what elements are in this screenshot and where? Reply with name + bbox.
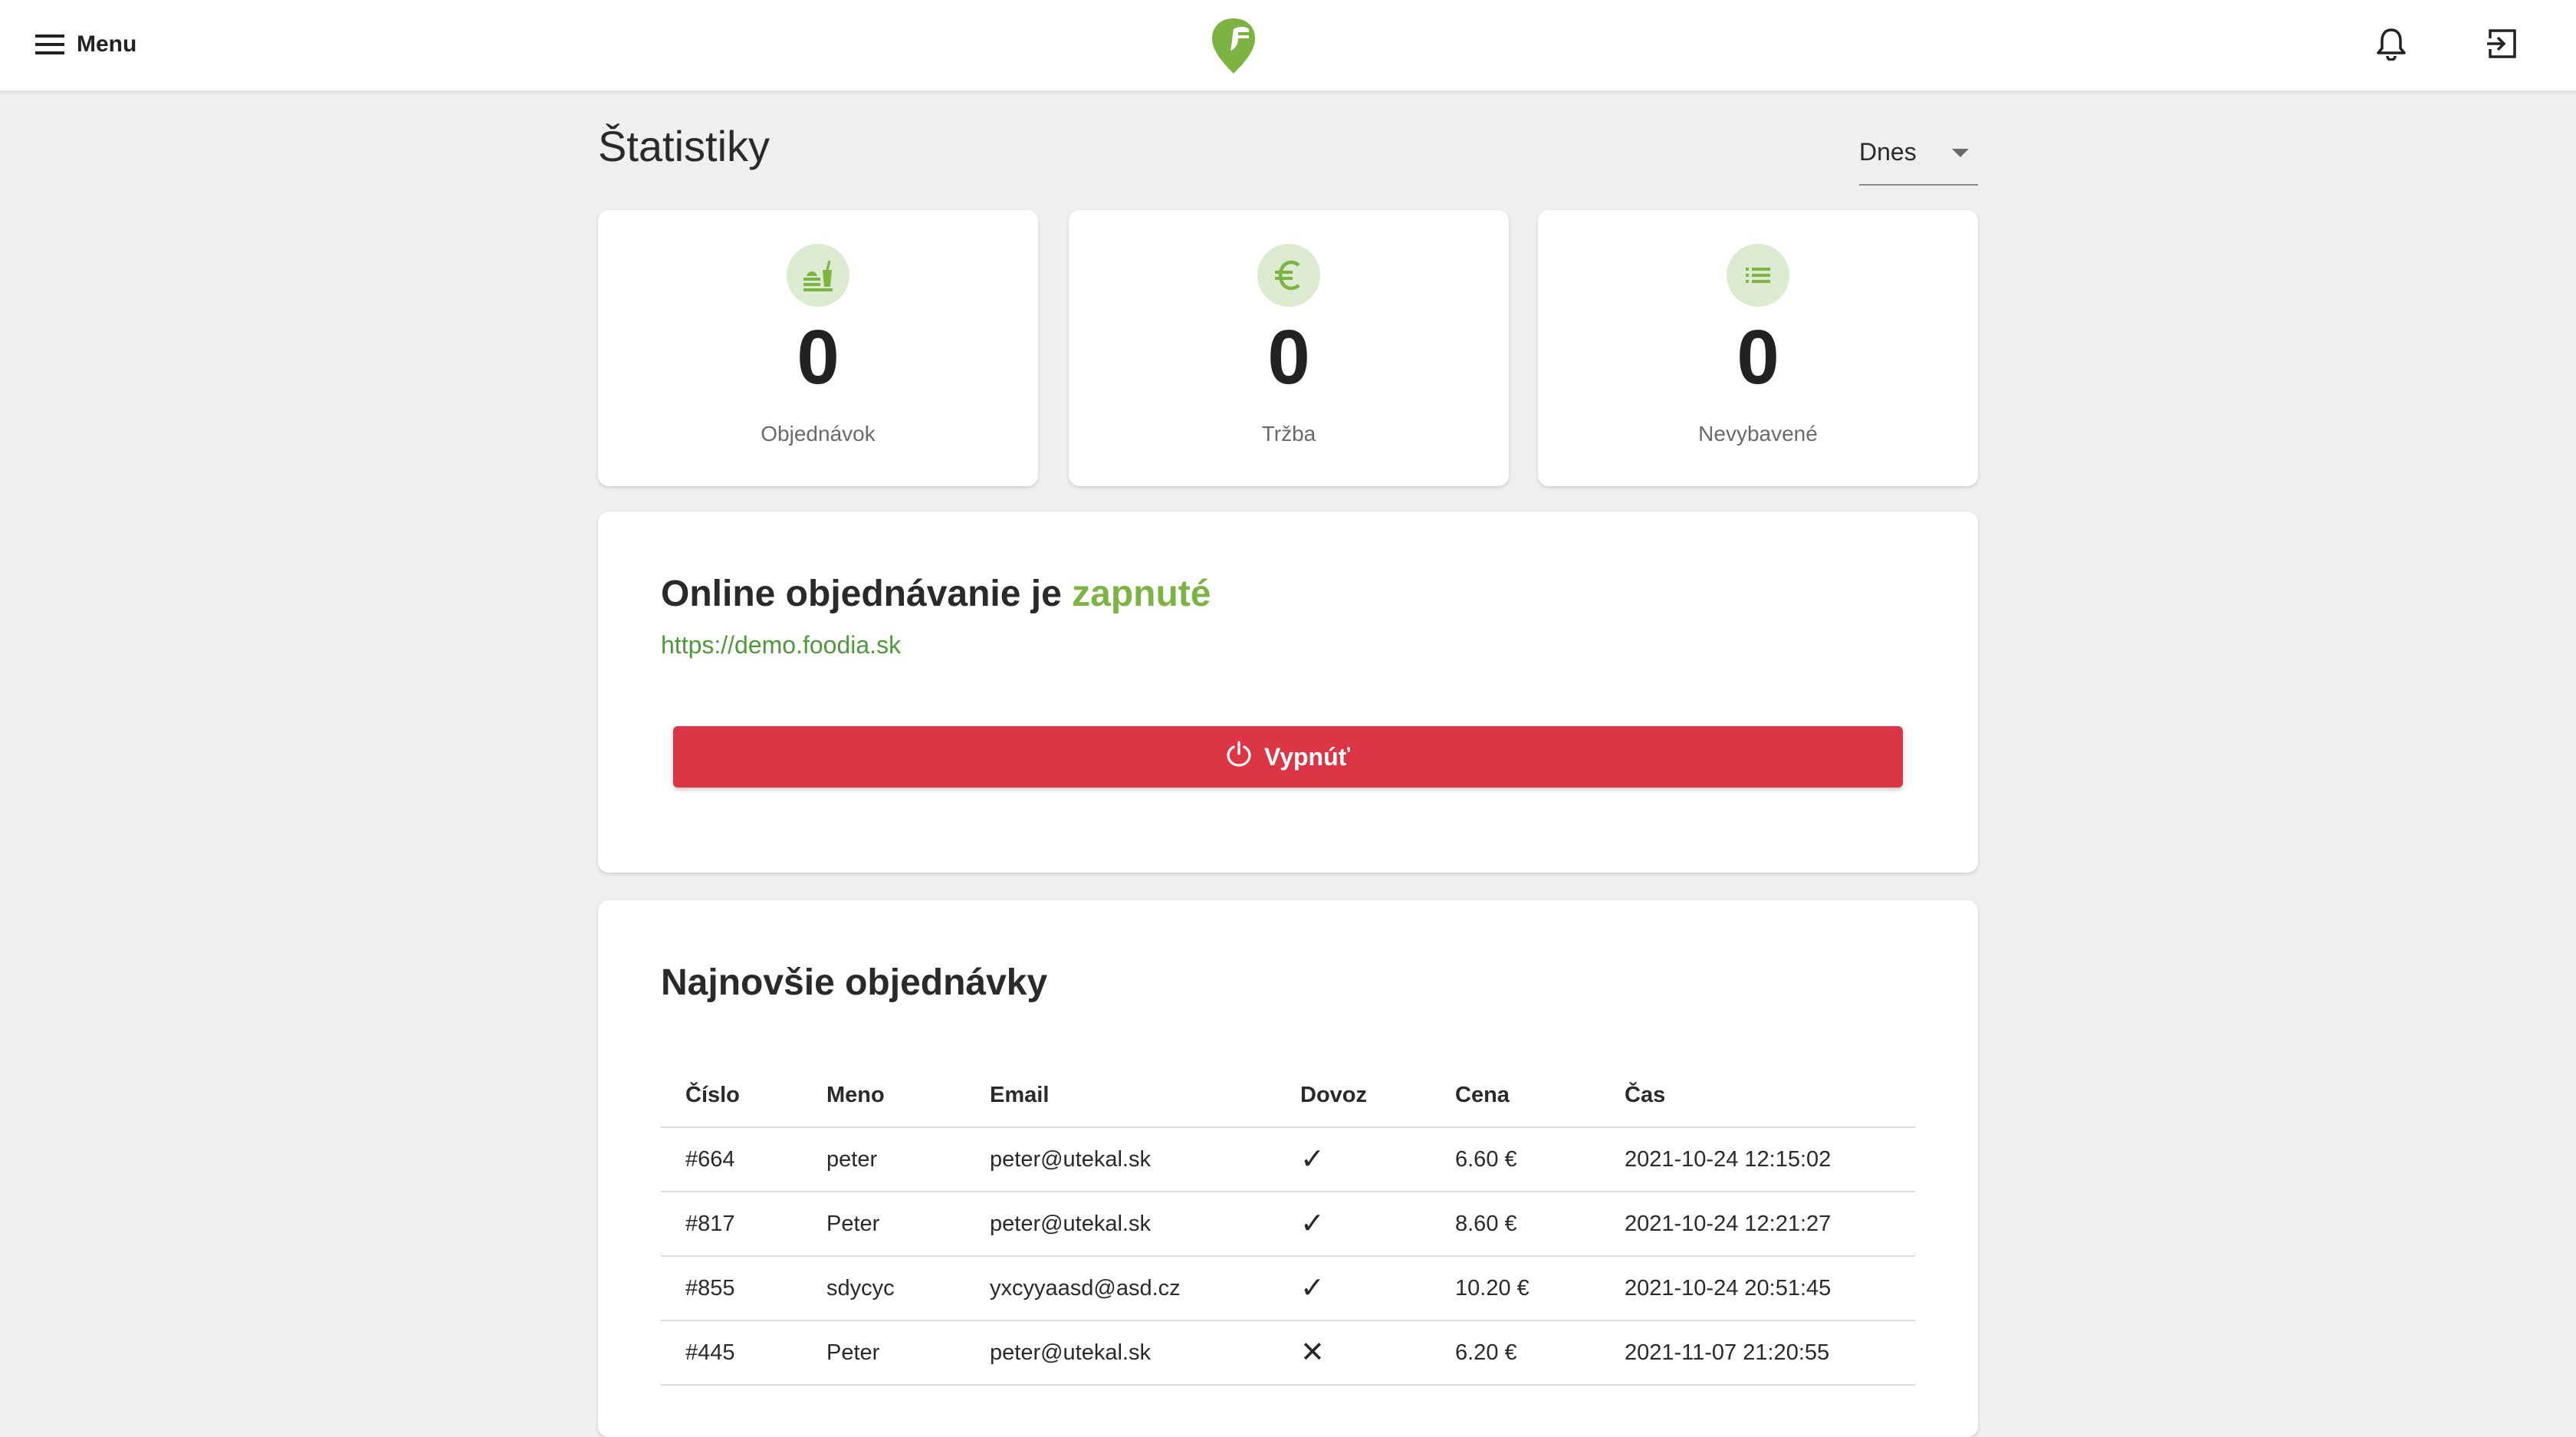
orders-table-header: Číslo Meno Email Dovoz Cena Čas xyxy=(661,1064,1915,1128)
page-title: Štatistiky xyxy=(598,122,770,170)
stat-card-orders: 0 Objednávok xyxy=(598,210,1038,486)
table-row[interactable]: #445 Peter peter@utekal.sk ✕ 6.20 € 2021… xyxy=(661,1320,1915,1386)
table-row[interactable]: #855 sdycyc yxcyyaasd@asd.cz ✓ 10.20 € 2… xyxy=(661,1256,1915,1321)
online-ordering-card: Online objednávanie je zapnuté https://d… xyxy=(598,511,1978,873)
latest-orders-card: Najnovšie objednávky Číslo Meno Email Do… xyxy=(598,900,1978,1437)
disable-ordering-label: Vypnúť xyxy=(1264,742,1350,771)
column-header-email[interactable]: Email xyxy=(965,1064,1276,1128)
column-header-number[interactable]: Číslo xyxy=(661,1064,802,1128)
order-name: Peter xyxy=(802,1320,965,1386)
logout-icon xyxy=(2486,28,2518,64)
euro-icon xyxy=(1257,244,1320,307)
menu-label: Menu xyxy=(77,31,137,57)
order-price: 6.60 € xyxy=(1431,1127,1600,1192)
order-number: #664 xyxy=(661,1127,802,1192)
check-icon: ✓ xyxy=(1300,1143,1325,1176)
table-row[interactable]: #817 Peter peter@utekal.sk ✓ 8.60 € 2021… xyxy=(661,1192,1915,1257)
logout-button[interactable] xyxy=(2481,25,2522,66)
power-icon xyxy=(1226,741,1264,773)
stat-label-orders: Objednávok xyxy=(761,422,876,446)
order-price: 6.20 € xyxy=(1431,1320,1600,1386)
leaf-fork-logo[interactable] xyxy=(1209,15,1258,75)
stat-value-pending: 0 xyxy=(1737,314,1779,400)
column-header-time[interactable]: Čas xyxy=(1600,1064,1915,1128)
hamburger-icon xyxy=(35,33,64,56)
order-email: yxcyyaasd@asd.cz xyxy=(965,1256,1276,1321)
stat-value-orders: 0 xyxy=(797,314,840,400)
column-header-price[interactable]: Cena xyxy=(1431,1064,1600,1128)
order-name: Peter xyxy=(802,1192,965,1257)
check-icon: ✓ xyxy=(1300,1207,1325,1240)
column-header-name[interactable]: Meno xyxy=(802,1064,965,1128)
food-icon xyxy=(787,244,849,307)
orders-table: Číslo Meno Email Dovoz Cena Čas #664 pet… xyxy=(661,1064,1915,1386)
list-icon xyxy=(1727,244,1789,307)
order-number: #817 xyxy=(661,1192,802,1257)
disable-ordering-button[interactable]: Vypnúť xyxy=(673,726,1903,788)
shop-url-link[interactable]: https://demo.foodia.sk xyxy=(661,631,901,659)
stat-card-pending: 0 Nevybavené xyxy=(1538,210,1978,486)
order-time: 2021-10-24 12:15:02 xyxy=(1600,1127,1915,1192)
order-time: 2021-10-24 20:51:45 xyxy=(1600,1256,1915,1321)
order-email: peter@utekal.sk xyxy=(965,1192,1276,1257)
close-icon: ✕ xyxy=(1300,1336,1325,1369)
stat-card-revenue: 0 Tržba xyxy=(1069,210,1509,486)
chevron-down-icon xyxy=(1952,149,1969,157)
order-name: peter xyxy=(802,1127,965,1192)
order-email: peter@utekal.sk xyxy=(965,1127,1276,1192)
table-row[interactable]: #664 peter peter@utekal.sk ✓ 6.60 € 2021… xyxy=(661,1127,1915,1192)
stat-value-revenue: 0 xyxy=(1267,314,1310,400)
column-header-delivery[interactable]: Dovoz xyxy=(1276,1064,1431,1128)
online-ordering-status: zapnuté xyxy=(1072,574,1211,614)
menu-button[interactable]: Menu xyxy=(35,23,136,66)
stat-label-pending: Nevybavené xyxy=(1698,422,1818,446)
stat-label-revenue: Tržba xyxy=(1261,422,1316,446)
order-price: 8.60 € xyxy=(1431,1192,1600,1257)
order-number: #855 xyxy=(661,1256,802,1321)
order-email: peter@utekal.sk xyxy=(965,1320,1276,1386)
order-price: 10.20 € xyxy=(1431,1256,1600,1321)
bell-icon xyxy=(2376,27,2407,64)
latest-orders-heading: Najnovšie objednávky xyxy=(661,962,1048,1003)
period-select[interactable]: Dnes xyxy=(1859,132,1978,186)
period-select-value: Dnes xyxy=(1859,138,1917,166)
order-name: sdycyc xyxy=(802,1256,965,1321)
order-time: 2021-11-07 21:20:55 xyxy=(1600,1320,1915,1386)
online-ordering-heading: Online objednávanie je zapnuté xyxy=(661,573,1211,615)
online-ordering-heading-text: Online objednávanie je xyxy=(661,574,1062,614)
notifications-button[interactable] xyxy=(2371,25,2412,66)
order-time: 2021-10-24 12:21:27 xyxy=(1600,1192,1915,1257)
check-icon: ✓ xyxy=(1300,1271,1325,1304)
top-bar: Menu xyxy=(0,0,2576,90)
order-number: #445 xyxy=(661,1320,802,1386)
